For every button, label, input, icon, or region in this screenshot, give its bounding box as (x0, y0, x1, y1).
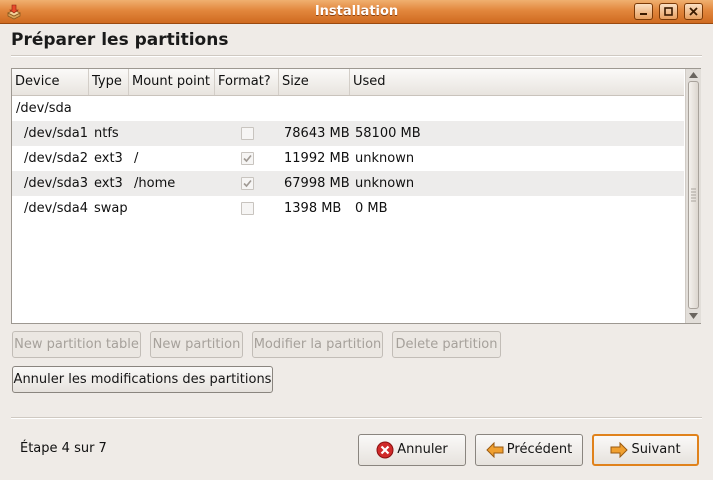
row-size: 67998 MB (284, 176, 350, 191)
cancel-label: Annuler (397, 442, 448, 457)
step-indicator: Étape 4 sur 7 (20, 441, 107, 456)
next-button[interactable]: Suivant (592, 434, 699, 466)
window-title: Installation (314, 4, 399, 19)
page-title: Préparer les partitions (11, 30, 229, 50)
column-header-format[interactable]: Format? (215, 69, 279, 95)
checkmark-icon (243, 154, 252, 163)
row-mount-point: /home (134, 176, 176, 191)
row-size: 1398 MB (284, 201, 342, 216)
disk-device: /dev/sda (16, 101, 72, 116)
row-type: swap (94, 201, 128, 216)
scroll-up-icon[interactable] (689, 72, 698, 78)
format-checkbox[interactable] (241, 152, 254, 165)
table-header: Device Type Mount point Format? Size Use… (12, 69, 684, 96)
row-used: 58100 MB (355, 126, 421, 141)
arrow-left-icon (486, 442, 504, 458)
table-row[interactable]: /dev/sda4 swap 1398 MB 0 MB (12, 196, 684, 221)
next-label: Suivant (631, 442, 681, 457)
table-row[interactable]: /dev/sda2 ext3 / 11992 MB unknown (12, 146, 684, 171)
table-row-disk[interactable]: /dev/sda (12, 96, 684, 121)
minimize-button[interactable] (634, 3, 653, 20)
row-type: ext3 (94, 151, 123, 166)
row-size: 11992 MB (284, 151, 350, 166)
column-header-size[interactable]: Size (279, 69, 350, 95)
title-bar: Installation (0, 0, 713, 24)
checkmark-icon (243, 179, 252, 188)
row-mount-point: / (134, 151, 139, 166)
modify-partition-button[interactable]: Modifier la partition (252, 331, 383, 358)
row-used: unknown (355, 176, 415, 191)
row-type: ntfs (94, 126, 119, 141)
row-device: /dev/sda2 (24, 151, 88, 166)
column-header-type[interactable]: Type (89, 69, 129, 95)
footer-separator (11, 417, 702, 419)
row-device: /dev/sda3 (24, 176, 88, 191)
format-checkbox[interactable] (241, 202, 254, 215)
row-type: ext3 (94, 176, 123, 191)
row-device: /dev/sda1 (24, 126, 88, 141)
back-label: Précédent (506, 442, 573, 457)
row-used: unknown (355, 151, 415, 166)
column-header-used[interactable]: Used (350, 69, 684, 95)
column-header-device[interactable]: Device (12, 69, 89, 95)
column-header-mount-point[interactable]: Mount point (129, 69, 215, 95)
format-checkbox[interactable] (241, 177, 254, 190)
cancel-icon (376, 441, 394, 459)
minimize-icon (640, 13, 647, 15)
partition-table[interactable]: Device Type Mount point Format? Size Use… (11, 68, 701, 324)
scroll-down-icon[interactable] (689, 313, 698, 319)
close-button[interactable] (684, 3, 703, 20)
format-checkbox[interactable] (241, 127, 254, 140)
new-partition-button[interactable]: New partition (150, 331, 243, 358)
new-partition-table-button[interactable]: New partition table (12, 331, 141, 358)
table-row[interactable]: /dev/sda3 ext3 /home 67998 MB unknown (12, 171, 684, 196)
cancel-button[interactable]: Annuler (358, 434, 466, 466)
arrow-right-icon (610, 442, 629, 458)
vertical-scrollbar[interactable] (685, 69, 701, 323)
maximize-button[interactable] (659, 3, 678, 20)
scrollbar-thumb[interactable] (688, 81, 699, 309)
row-size: 78643 MB (284, 126, 350, 141)
table-row[interactable]: /dev/sda1 ntfs 78643 MB 58100 MB (12, 121, 684, 146)
header-separator (11, 55, 702, 57)
revert-partition-changes-button[interactable]: Annuler les modifications des partitions (12, 366, 273, 393)
delete-partition-button[interactable]: Delete partition (392, 331, 501, 358)
grip-icon (691, 188, 696, 202)
row-device: /dev/sda4 (24, 201, 88, 216)
back-button[interactable]: Précédent (475, 434, 583, 466)
close-icon (689, 7, 698, 16)
maximize-icon (664, 7, 673, 16)
row-used: 0 MB (355, 201, 388, 216)
